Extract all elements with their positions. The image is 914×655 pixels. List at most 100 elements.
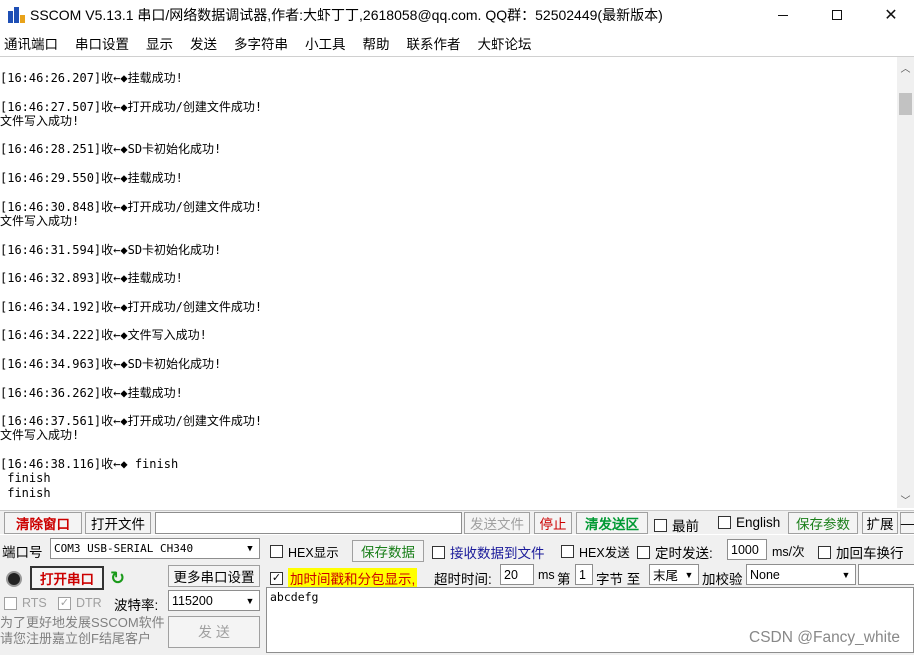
english-label: English (736, 515, 781, 530)
chevron-down-icon: ▼ (242, 592, 258, 609)
menu-forum[interactable]: 大虾论坛 (478, 33, 532, 53)
port-value: COM3 USB-SERIAL CH340 (54, 542, 194, 555)
app-logo-icon (7, 6, 25, 24)
receive-line: finish (0, 485, 51, 500)
open-port-button[interactable]: 打开串口 (30, 566, 104, 590)
vertical-scrollbar[interactable]: ︿ ﹀ (897, 57, 914, 508)
hex-display-label: HEX显示 (288, 546, 339, 560)
chevron-down-icon: ▼ (681, 566, 697, 583)
scroll-down-icon[interactable]: ﹀ (897, 492, 914, 507)
byte-to-label: 字节 至 (596, 572, 641, 587)
minimize-icon (778, 14, 788, 16)
expand-button[interactable]: 扩展 (862, 512, 898, 534)
window-title: SSCOM V5.13.1 串口/网络数据调试器,作者:大虾丁丁,2618058… (30, 7, 663, 23)
receive-line (0, 228, 895, 242)
stop-button[interactable]: 停止 (534, 512, 572, 534)
receive-line: [16:46:32.893]收←◆挂载成功! (0, 271, 183, 286)
receive-line: 文件写入成功! (0, 213, 80, 228)
receive-line (0, 85, 895, 99)
receive-line: [16:46:30.848]收←◆打开成功/创建文件成功! (0, 199, 263, 214)
receive-line (0, 314, 895, 328)
receive-log: [16:46:26.207]收←◆挂载成功! [16:46:27.507]收←◆打… (0, 71, 895, 500)
byte-from-input[interactable]: 1 (575, 564, 593, 585)
timed-unit-label: ms/次 (772, 545, 805, 559)
timed-send-label: 定时发送: (655, 546, 713, 561)
scrollbar-thumb[interactable] (899, 93, 912, 115)
hex-send-checkbox[interactable]: HEX发送 (561, 542, 630, 561)
receive-toolbar: 清除窗口 打开文件 发送文件 停止 清发送区 最前 English 保存参数 扩… (0, 510, 914, 534)
rts-checkbox[interactable]: RTS (4, 596, 47, 610)
dtr-label: DTR (76, 596, 102, 610)
timed-interval-input[interactable]: 1000 (727, 539, 767, 560)
receive-line (0, 157, 895, 171)
menu-help[interactable]: 帮助 (363, 33, 390, 53)
receive-line: [16:46:28.251]收←◆SD卡初始化成功! (0, 142, 222, 157)
scroll-up-icon[interactable]: ︿ (897, 60, 914, 75)
minimize-button[interactable] (760, 0, 806, 30)
refresh-icon[interactable]: ↻ (110, 568, 125, 589)
check-icon: ✓ (58, 596, 71, 610)
timestamp-label: 加时间戳和分包显示, (288, 568, 418, 588)
receive-line: [16:46:31.594]收←◆SD卡初始化成功! (0, 242, 222, 257)
receive-line: [16:46:34.192]收←◆打开成功/创建文件成功! (0, 299, 263, 314)
send-file-button[interactable]: 发送文件 (464, 512, 530, 534)
checksum-select[interactable]: None ▼ (746, 564, 856, 585)
check-icon: ✓ (270, 571, 283, 585)
menu-send[interactable]: 发送 (190, 33, 217, 53)
clear-send-button[interactable]: 清发送区 (576, 512, 648, 534)
close-icon: ✕ (884, 7, 898, 24)
frontmost-checkbox[interactable]: 最前 (654, 515, 699, 535)
frontmost-label: 最前 (672, 519, 699, 534)
save-data-button[interactable]: 保存数据 (352, 540, 424, 562)
file-path-input[interactable] (155, 512, 462, 534)
title-bar: SSCOM V5.13.1 串口/网络数据调试器,作者:大虾丁丁,2618058… (0, 0, 914, 30)
clear-window-button[interactable]: 清除窗口 (4, 512, 82, 534)
byte-end-select[interactable]: 末尾 ▼ (649, 564, 699, 585)
send-button[interactable]: 发 送 (168, 616, 260, 648)
rts-label: RTS (22, 596, 47, 610)
receive-line (0, 185, 895, 199)
receive-line: [16:46:36.262]收←◆挂载成功! (0, 385, 183, 400)
receive-line (0, 285, 895, 299)
open-file-button[interactable]: 打开文件 (85, 512, 151, 534)
timeout-unit-label: ms (538, 568, 555, 582)
menu-display[interactable]: 显示 (146, 33, 173, 53)
add-crlf-checkbox[interactable]: 加回车换行 (818, 542, 904, 562)
hex-display-checkbox[interactable]: HEX显示 (270, 542, 339, 561)
close-button[interactable]: ✕ (868, 0, 914, 30)
port-select[interactable]: COM3 USB-SERIAL CH340 ▼ (50, 538, 260, 559)
menu-tools[interactable]: 小工具 (305, 33, 346, 53)
timed-send-checkbox[interactable]: 定时发送: (637, 542, 713, 562)
collapse-button[interactable]: — (900, 512, 914, 534)
receive-line: finish (0, 471, 51, 486)
checksum-label: 加校验 (702, 572, 743, 587)
timestamp-checkbox[interactable]: ✓ 加时间戳和分包显示, (270, 568, 418, 588)
receive-line (0, 400, 895, 414)
chevron-down-icon: ▼ (838, 566, 854, 583)
chevron-down-icon: ▼ (242, 540, 258, 557)
recv-to-file-checkbox[interactable]: 接收数据到文件 (432, 542, 545, 562)
checksum-value: None (750, 567, 780, 582)
receive-line: [16:46:29.550]收←◆挂载成功! (0, 171, 183, 186)
receive-line: [16:46:26.207]收←◆挂载成功! (0, 71, 183, 85)
receive-line (0, 257, 895, 271)
maximize-button[interactable] (814, 0, 860, 30)
receive-area[interactable]: [16:46:26.207]收←◆挂载成功! [16:46:27.507]收←◆打… (0, 56, 914, 508)
english-checkbox[interactable]: English (718, 515, 780, 530)
checksum-extra-field[interactable] (858, 564, 914, 585)
timeout-input[interactable]: 20 (500, 564, 534, 585)
control-panel: 端口号 COM3 USB-SERIAL CH340 ▼ HEX显示 保存数据 接… (0, 535, 914, 655)
menu-contact-author[interactable]: 联系作者 (407, 33, 461, 53)
timeout-label: 超时时间: (434, 572, 492, 587)
baud-select[interactable]: 115200 ▼ (168, 590, 260, 611)
hex-send-label: HEX发送 (579, 546, 630, 560)
save-params-button[interactable]: 保存参数 (788, 512, 858, 534)
menu-comm-port[interactable]: 通讯端口 (4, 33, 58, 53)
receive-line: 文件写入成功! (0, 428, 80, 443)
promo-text[interactable]: 为了更好地发展SSCOM软件 请您注册嘉立创F结尾客户 (0, 615, 168, 647)
dtr-checkbox[interactable]: ✓ DTR (58, 596, 102, 610)
recv-to-file-label: 接收数据到文件 (450, 546, 545, 561)
menu-serial-settings[interactable]: 串口设置 (75, 33, 129, 53)
more-port-settings-button[interactable]: 更多串口设置 (168, 565, 260, 587)
menu-multi-string[interactable]: 多字符串 (234, 33, 288, 53)
